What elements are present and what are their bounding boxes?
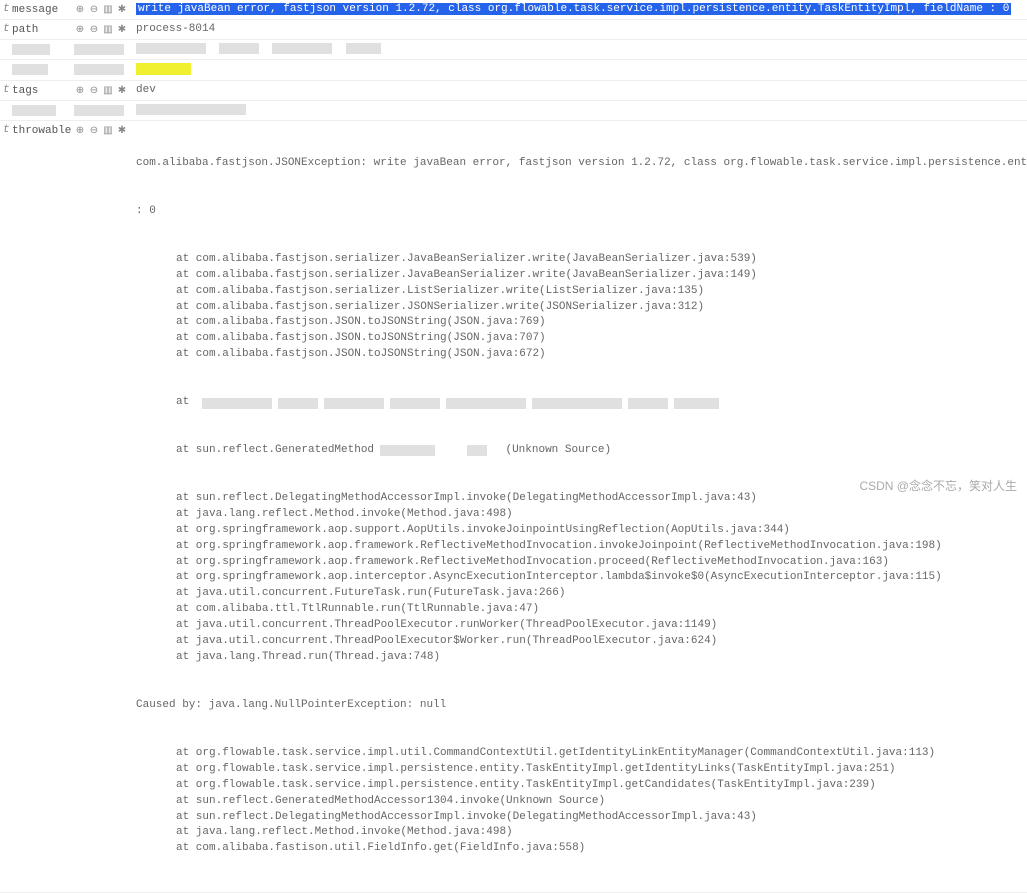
stacktrace-line: at org.springframework.aop.support.AopUt… bbox=[136, 523, 1027, 539]
stacktrace-line: at com.alibaba.fastjson.serializer.JSONS… bbox=[136, 300, 1027, 316]
zoom-out-icon[interactable]: ⊖ bbox=[88, 125, 100, 137]
field-actions: ⊕ ⊖ ▥ ✱ bbox=[74, 84, 136, 97]
stacktrace-line: at java.util.concurrent.FutureTask.run(F… bbox=[136, 586, 1027, 602]
zoom-in-icon[interactable]: ⊕ bbox=[74, 85, 86, 97]
field-actions bbox=[74, 104, 136, 116]
exception-header2: : 0 bbox=[136, 204, 1027, 220]
watermark: CSDN @念念不忘，笑对人生 bbox=[859, 477, 1017, 494]
stacktrace-line: at com.alibaba.fastison.util.FieldInfo.g… bbox=[136, 841, 1027, 857]
type-letter: t bbox=[0, 23, 12, 35]
type-letter: t bbox=[0, 84, 12, 96]
field-row-redacted bbox=[0, 101, 1027, 121]
field-row-redacted bbox=[0, 40, 1027, 60]
field-value-tags: dev bbox=[136, 84, 1027, 96]
zoom-in-icon[interactable]: ⊕ bbox=[74, 125, 86, 137]
filter-icon[interactable]: ✱ bbox=[116, 24, 128, 36]
zoom-out-icon[interactable]: ⊖ bbox=[88, 4, 100, 16]
stacktrace-line: at com.alibaba.fastjson.serializer.JavaB… bbox=[136, 252, 1027, 268]
stacktrace-line: at org.springframework.aop.framework.Ref… bbox=[136, 555, 1027, 571]
stacktrace-line: at org.flowable.task.service.impl.persis… bbox=[136, 778, 1027, 794]
field-row-redacted-yellow bbox=[0, 60, 1027, 80]
stacktrace-line: at java.lang.Thread.run(Thread.java:748) bbox=[136, 650, 1027, 666]
stacktrace-redacted: at bbox=[136, 395, 1027, 411]
type-letter: t bbox=[0, 3, 12, 15]
field-actions bbox=[74, 43, 136, 55]
field-value-redacted bbox=[136, 63, 1027, 76]
field-row-message: t message ⊕ ⊖ ▥ ✱ write javaBean error, … bbox=[0, 0, 1027, 20]
stacktrace-line: at java.lang.reflect.Method.invoke(Metho… bbox=[136, 825, 1027, 841]
caused-by: Caused by: java.lang.NullPointerExceptio… bbox=[136, 698, 1027, 714]
filter-icon[interactable]: ✱ bbox=[116, 125, 128, 137]
columns-icon[interactable]: ▥ bbox=[102, 125, 114, 137]
zoom-out-icon[interactable]: ⊖ bbox=[88, 85, 100, 97]
stacktrace-line: at sun.reflect.DelegatingMethodAccessorI… bbox=[136, 810, 1027, 826]
type-letter: t bbox=[0, 124, 12, 136]
field-name-redacted bbox=[12, 63, 74, 76]
field-row-throwable: t throwable ⊕ ⊖ ▥ ✱ com.alibaba.fastjson… bbox=[0, 121, 1027, 893]
field-row-path: t path ⊕ ⊖ ▥ ✱ process-8014 bbox=[0, 20, 1027, 40]
columns-icon[interactable]: ▥ bbox=[102, 4, 114, 16]
field-actions bbox=[74, 63, 136, 75]
stacktrace-line: at org.flowable.task.service.impl.persis… bbox=[136, 762, 1027, 778]
field-actions: ⊕ ⊖ ▥ ✱ bbox=[74, 124, 136, 137]
stacktrace-line: at com.alibaba.fastjson.JSON.toJSONStrin… bbox=[136, 315, 1027, 331]
field-value-throwable: com.alibaba.fastjson.JSONException: writ… bbox=[136, 124, 1027, 889]
columns-icon[interactable]: ▥ bbox=[102, 85, 114, 97]
field-name-message: message bbox=[12, 3, 74, 16]
stacktrace-line: at java.lang.reflect.Method.invoke(Metho… bbox=[136, 507, 1027, 523]
zoom-in-icon[interactable]: ⊕ bbox=[74, 24, 86, 36]
stacktrace-line: at org.flowable.task.service.impl.util.C… bbox=[136, 746, 1027, 762]
filter-icon[interactable]: ✱ bbox=[116, 85, 128, 97]
field-value-path: process-8014 bbox=[136, 23, 1027, 35]
stacktrace-line: at org.springframework.aop.interceptor.A… bbox=[136, 570, 1027, 586]
field-value-redacted bbox=[136, 43, 1027, 55]
stacktrace-line: at com.alibaba.fastjson.JSON.toJSONStrin… bbox=[136, 347, 1027, 363]
field-row-tags: t tags ⊕ ⊖ ▥ ✱ dev bbox=[0, 81, 1027, 101]
field-actions: ⊕ ⊖ ▥ ✱ bbox=[74, 23, 136, 36]
field-name-path: path bbox=[12, 23, 74, 36]
stacktrace-line: at java.util.concurrent.ThreadPoolExecut… bbox=[136, 618, 1027, 634]
selected-text[interactable]: write javaBean error, fastjson version 1… bbox=[136, 3, 1011, 15]
stacktrace-line: at org.springframework.aop.framework.Ref… bbox=[136, 539, 1027, 555]
filter-icon[interactable]: ✱ bbox=[116, 4, 128, 16]
exception-header: com.alibaba.fastjson.JSONException: writ… bbox=[136, 156, 1027, 172]
field-name-redacted bbox=[12, 43, 74, 56]
field-actions: ⊕ ⊖ ▥ ✱ bbox=[74, 3, 136, 16]
stacktrace-line: at com.alibaba.fastjson.serializer.ListS… bbox=[136, 284, 1027, 300]
field-value-redacted bbox=[136, 104, 1027, 116]
field-value-message[interactable]: write javaBean error, fastjson version 1… bbox=[136, 3, 1027, 15]
field-name-redacted bbox=[12, 104, 74, 117]
zoom-in-icon[interactable]: ⊕ bbox=[74, 4, 86, 16]
field-name-throwable: throwable bbox=[12, 124, 74, 137]
stacktrace-line: at java.util.concurrent.ThreadPoolExecut… bbox=[136, 634, 1027, 650]
stacktrace-line: at sun.reflect.GeneratedMethodAccessor13… bbox=[136, 794, 1027, 810]
columns-icon[interactable]: ▥ bbox=[102, 24, 114, 36]
field-name-tags: tags bbox=[12, 84, 74, 97]
zoom-out-icon[interactable]: ⊖ bbox=[88, 24, 100, 36]
stacktrace-line: at com.alibaba.fastjson.serializer.JavaB… bbox=[136, 268, 1027, 284]
stacktrace-redacted-partial: at sun.reflect.GeneratedMethod (Unknown … bbox=[136, 443, 1027, 459]
stacktrace-line: at com.alibaba.ttl.TtlRunnable.run(TtlRu… bbox=[136, 602, 1027, 618]
stacktrace-line: at com.alibaba.fastjson.JSON.toJSONStrin… bbox=[136, 331, 1027, 347]
